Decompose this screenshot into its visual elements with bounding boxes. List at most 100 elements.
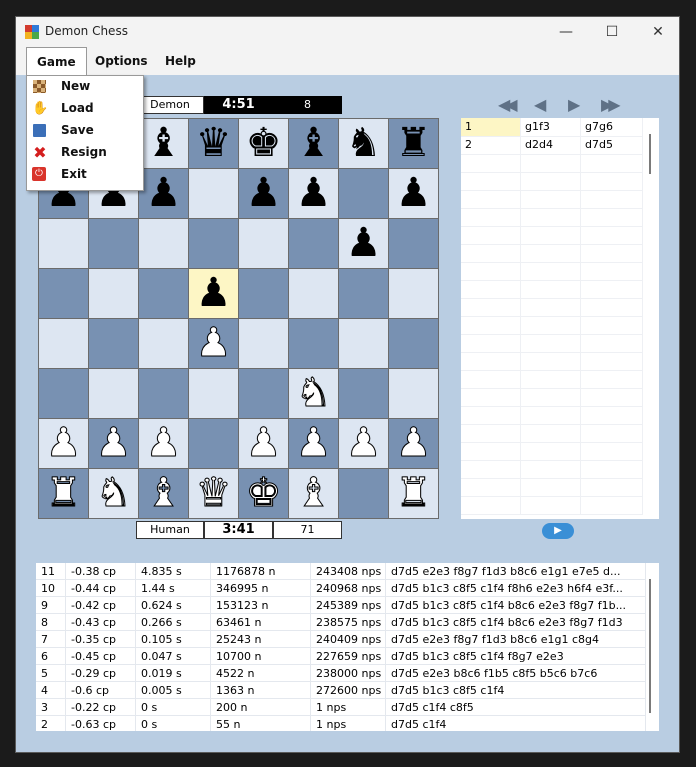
board-square[interactable]: [189, 369, 238, 418]
board-square[interactable]: ♟: [339, 219, 388, 268]
board-square[interactable]: [39, 369, 88, 418]
white-pawn-icon[interactable]: ♟: [339, 419, 388, 468]
move-row[interactable]: [461, 190, 643, 209]
analysis-table[interactable]: 11 -0.38 cp 4.835 s 1176878 n 243408 nps d7d5…: [36, 563, 659, 731]
analysis-row[interactable]: 4 -0.6 cp 0.005 s 1363 n 272600 nps d7d5 b1c3…: [36, 682, 646, 699]
board-square[interactable]: [239, 269, 288, 318]
move-row[interactable]: [461, 388, 643, 407]
menu-item-save[interactable]: Save: [27, 120, 143, 142]
board-square[interactable]: [139, 269, 188, 318]
white-rook-icon[interactable]: ♜: [39, 469, 88, 518]
board-square[interactable]: [39, 269, 88, 318]
white-bishop-icon[interactable]: ♝: [139, 469, 188, 518]
board-square[interactable]: ♞: [289, 369, 338, 418]
move-row[interactable]: [461, 316, 643, 335]
move-row[interactable]: [461, 262, 643, 281]
move-row[interactable]: [461, 352, 643, 371]
board-square[interactable]: [389, 219, 438, 268]
black-knight-icon[interactable]: ♞: [339, 119, 388, 168]
menu-item-new[interactable]: New: [27, 76, 143, 98]
analysis-row[interactable]: 8 -0.43 cp 0.266 s 63461 n 238575 nps d7d5 b1…: [36, 614, 646, 631]
maximize-button[interactable]: ☐: [589, 17, 635, 47]
move-row[interactable]: [461, 298, 643, 317]
move-row[interactable]: [461, 442, 643, 461]
analysis-row[interactable]: 2 -0.63 cp 0 s 55 n1 nps d7d5 c1f4: [36, 716, 646, 731]
menu-item-exit[interactable]: ⏻ Exit: [27, 164, 143, 186]
black-pawn-icon[interactable]: ♟: [189, 269, 238, 318]
white-bishop-icon[interactable]: ♝: [289, 469, 338, 518]
board-square[interactable]: [239, 369, 288, 418]
board-square[interactable]: ♟: [189, 319, 238, 368]
board-square[interactable]: [389, 319, 438, 368]
black-pawn-icon[interactable]: ♟: [139, 169, 188, 218]
board-square[interactable]: [289, 269, 338, 318]
move-row[interactable]: [461, 226, 643, 245]
black-queen-icon[interactable]: ♛: [189, 119, 238, 168]
board-square[interactable]: [89, 319, 138, 368]
move-row[interactable]: [461, 406, 643, 425]
menu-options[interactable]: Options: [85, 47, 158, 75]
white-pawn-icon[interactable]: ♟: [89, 419, 138, 468]
board-square[interactable]: ♟: [139, 419, 188, 468]
board-square[interactable]: ♟: [339, 419, 388, 468]
move-row[interactable]: [461, 280, 643, 299]
analysis-row[interactable]: 7 -0.35 cp 0.105 s 25243 n 240409 nps d7d5 e2…: [36, 631, 646, 648]
board-square[interactable]: ♝: [139, 469, 188, 518]
menu-item-resign[interactable]: ✖ Resign: [27, 142, 143, 164]
minimize-button[interactable]: —: [543, 17, 589, 47]
board-square[interactable]: [339, 369, 388, 418]
board-square[interactable]: [189, 169, 238, 218]
analysis-row[interactable]: 5 -0.29 cp 0.019 s 4522 n 238000 nps d7d5 e2e…: [36, 665, 646, 682]
last-move-icon[interactable]: ▶▶: [601, 95, 620, 114]
move-row[interactable]: [461, 424, 643, 443]
board-square[interactable]: ♚: [239, 119, 288, 168]
board-square[interactable]: [139, 319, 188, 368]
board-square[interactable]: [189, 419, 238, 468]
board-square[interactable]: ♛: [189, 469, 238, 518]
close-button[interactable]: ✕: [635, 17, 679, 47]
board-square[interactable]: [89, 219, 138, 268]
black-pawn-icon[interactable]: ♟: [239, 169, 288, 218]
white-pawn-icon[interactable]: ♟: [389, 419, 438, 468]
board-square[interactable]: [189, 219, 238, 268]
white-king-icon[interactable]: ♚: [239, 469, 288, 518]
next-move-icon[interactable]: ▶: [568, 95, 581, 114]
black-pawn-icon[interactable]: ♟: [389, 169, 438, 218]
black-king-icon[interactable]: ♚: [239, 119, 288, 168]
board-square[interactable]: [39, 219, 88, 268]
menu-game[interactable]: Game: [26, 47, 87, 75]
analysis-row[interactable]: 11 -0.38 cp 4.835 s 1176878 n 243408 nps d7d5…: [36, 563, 646, 580]
black-bishop-icon[interactable]: ♝: [139, 119, 188, 168]
move-row[interactable]: [461, 370, 643, 389]
board-square[interactable]: ♛: [189, 119, 238, 168]
board-square[interactable]: ♜: [39, 469, 88, 518]
move-row[interactable]: [461, 460, 643, 479]
move-row[interactable]: [461, 172, 643, 191]
analysis-scrollbar[interactable]: [649, 579, 651, 713]
board-square[interactable]: [389, 269, 438, 318]
analysis-row[interactable]: 10 -0.44 cp 1.44 s 346995 n 240968 nps d7d5 b…: [36, 580, 646, 597]
board-square[interactable]: ♝: [139, 119, 188, 168]
move-row[interactable]: [461, 478, 643, 497]
move-row[interactable]: [461, 244, 643, 263]
board-square[interactable]: [89, 269, 138, 318]
board-square[interactable]: ♞: [89, 469, 138, 518]
analysis-row[interactable]: 9 -0.42 cp 0.624 s 153123 n 245389 nps d7d5 b…: [36, 597, 646, 614]
board-square[interactable]: ♟: [39, 419, 88, 468]
play-button[interactable]: ▶: [542, 523, 574, 539]
board-square[interactable]: [339, 469, 388, 518]
white-knight-icon[interactable]: ♞: [89, 469, 138, 518]
move-row[interactable]: 2 d2d4 d7d5: [461, 136, 643, 155]
move-row[interactable]: 1 g1f3 g7g6: [461, 118, 643, 137]
white-pawn-icon[interactable]: ♟: [189, 319, 238, 368]
black-bishop-icon[interactable]: ♝: [289, 119, 338, 168]
black-rook-icon[interactable]: ♜: [389, 119, 438, 168]
move-row[interactable]: [461, 208, 643, 227]
board-square[interactable]: ♟: [139, 169, 188, 218]
analysis-row[interactable]: 3 -0.22 cp 0 s 200 n1 nps d7d5 c1f4 c8f5: [36, 699, 646, 716]
board-square[interactable]: ♟: [89, 419, 138, 468]
move-row[interactable]: [461, 154, 643, 173]
menu-item-load[interactable]: ✋ Load: [27, 98, 143, 120]
black-pawn-icon[interactable]: ♟: [339, 219, 388, 268]
previous-move-icon[interactable]: ◀: [534, 95, 547, 114]
